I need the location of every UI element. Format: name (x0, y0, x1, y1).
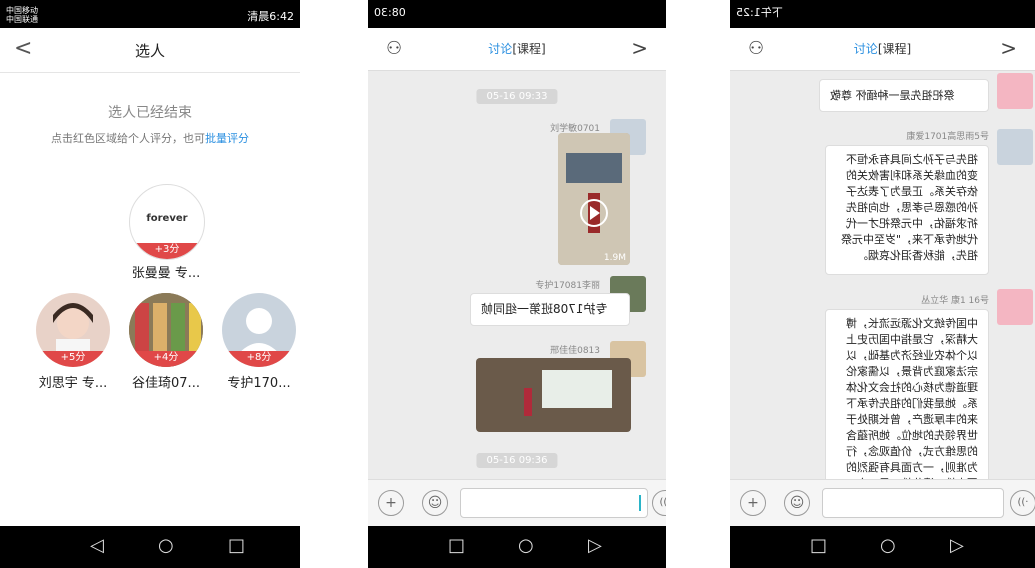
clock-text: 清晨6:42 (247, 10, 294, 23)
student-name: 刘思宇 专... (38, 376, 108, 391)
timestamp: 05-16 09:33 (476, 89, 558, 104)
image-message[interactable] (476, 358, 631, 432)
text-message[interactable]: 专护1708班第一组同帧 (470, 293, 630, 326)
forward-icon[interactable]: > (1000, 36, 1017, 60)
system-nav-bar: □ ○ ▷ (368, 526, 666, 568)
video-size: 1.9M (603, 253, 626, 263)
system-nav-bar: ◁ ○ □ (0, 526, 300, 568)
timestamp: 05-16 09:36 (476, 453, 558, 468)
phone-discussion-1: 08:30 ⚇ 讨论[课程] > 05-16 09:33 刘学敏0701 1.9… (368, 0, 666, 568)
student-avatar[interactable]: forever +3分 (129, 184, 205, 260)
chat-title: 讨论[课程] (853, 42, 912, 56)
phone-discussion-2: 下午1:25 ⚇ 讨论[课程] > 祭祀祖先是一种缅怀 尊敬 康爱1701高思雨… (730, 0, 1035, 568)
forward-icon[interactable]: > (631, 36, 648, 60)
student-name: 张曼曼 专... (131, 266, 201, 281)
user-avatar[interactable] (997, 289, 1033, 325)
add-icon[interactable]: + (378, 490, 404, 516)
score-badge[interactable]: +5分 (36, 351, 110, 367)
status-bar: 下午1:25 (730, 0, 1035, 28)
score-badge[interactable]: +4分 (129, 351, 203, 367)
nav-forward-icon[interactable]: ▷ (950, 535, 964, 556)
chat-header: ⚇ 讨论[课程] > (368, 28, 666, 71)
status-bar: 08:30 (368, 0, 666, 28)
clock-text: 08:30 (374, 6, 406, 19)
carrier-text: 中国移动 中国联通 (6, 6, 38, 24)
input-bar: + ☺ ((· (730, 479, 1035, 526)
voice-icon[interactable]: ((· (652, 490, 666, 516)
user-avatar[interactable] (997, 73, 1033, 109)
user-name: 康爱1701高思雨5号 (906, 132, 989, 142)
video-message[interactable]: 1.9M (558, 133, 630, 265)
student-avatar[interactable]: +8分 (222, 293, 296, 367)
student-avatar[interactable]: +4分 (129, 293, 203, 367)
nav-home-icon[interactable]: ○ (518, 535, 534, 556)
add-icon[interactable]: + (740, 490, 766, 516)
hint-prefix: 点击红色区域给个人评分，也可 (51, 132, 205, 145)
user-name: 专护17081李丽 (535, 281, 600, 291)
phone-select-people: 中国移动 中国联通 清晨6:42 < 选人 选人已经结束 点击红色区域给个人评分… (0, 0, 300, 568)
student-name: 专护170... (227, 376, 291, 391)
chat-title: 讨论[课程] (488, 42, 546, 56)
message-input[interactable] (822, 488, 1004, 518)
system-nav-bar: □ ○ ▷ (730, 526, 1035, 568)
emoji-icon[interactable]: ☺ (784, 490, 810, 516)
user-name: 邢佳佳0813 (550, 346, 600, 356)
user-avatar[interactable] (997, 129, 1033, 165)
nav-recent-icon[interactable]: □ (810, 535, 827, 556)
header: < 选人 (0, 28, 300, 73)
student-name: 谷佳琦07... (132, 376, 200, 391)
score-badge[interactable]: +8分 (222, 351, 296, 367)
avatar-logo: forever (146, 213, 188, 224)
text-message[interactable]: 祭祀祖先是一种缅怀 尊敬 (819, 79, 989, 112)
voice-icon[interactable]: ((· (1010, 490, 1035, 516)
student-avatar[interactable]: +5分 (36, 293, 110, 367)
nav-forward-icon[interactable]: ▷ (588, 535, 602, 556)
hint-text: 点击红色区域给个人评分，也可批量评分 (0, 130, 300, 146)
status-bar: 中国移动 中国联通 清晨6:42 (0, 0, 300, 28)
score-badge[interactable]: +3分 (130, 243, 204, 259)
nav-back-icon[interactable]: ◁ (90, 535, 104, 556)
emoji-icon[interactable]: ☺ (422, 490, 448, 516)
chat-header: ⚇ 讨论[课程] > (730, 28, 1035, 71)
selection-ended-text: 选人已经结束 (108, 105, 192, 121)
text-message[interactable]: 中国传统文化源远流长，博大精深，它是指中国历史上以个体农业经济为基础，以宗法家庭… (825, 309, 989, 496)
chat-area[interactable]: 祭祀祖先是一种缅怀 尊敬 康爱1701高思雨5号 祖先与子孙之间具有永恒不变的血… (730, 71, 1035, 496)
nav-recent-icon[interactable]: □ (228, 535, 245, 556)
nav-recent-icon[interactable]: □ (448, 535, 465, 556)
message-input[interactable] (460, 488, 648, 518)
batch-score-link[interactable]: 批量评分 (205, 132, 249, 145)
text-message[interactable]: 祖先与子孙之间具有永恒不变的血缘关系和利害攸关的依存关系。正是为了表达子孙的感恩… (825, 145, 989, 275)
user-name: 丛立华 康1 16号 (921, 296, 989, 306)
video-thumbnail (558, 133, 630, 265)
classroom-photo (476, 358, 631, 432)
page-title: 选人 (134, 42, 165, 60)
nav-home-icon[interactable]: ○ (880, 535, 896, 556)
clock-text: 下午1:25 (736, 6, 783, 19)
nav-home-icon[interactable]: ○ (158, 535, 174, 556)
input-bar: + ☺ ((· (368, 479, 666, 526)
chat-area[interactable]: 05-16 09:33 刘学敏0701 1.9M 专护17081李丽 专护170… (368, 71, 666, 496)
